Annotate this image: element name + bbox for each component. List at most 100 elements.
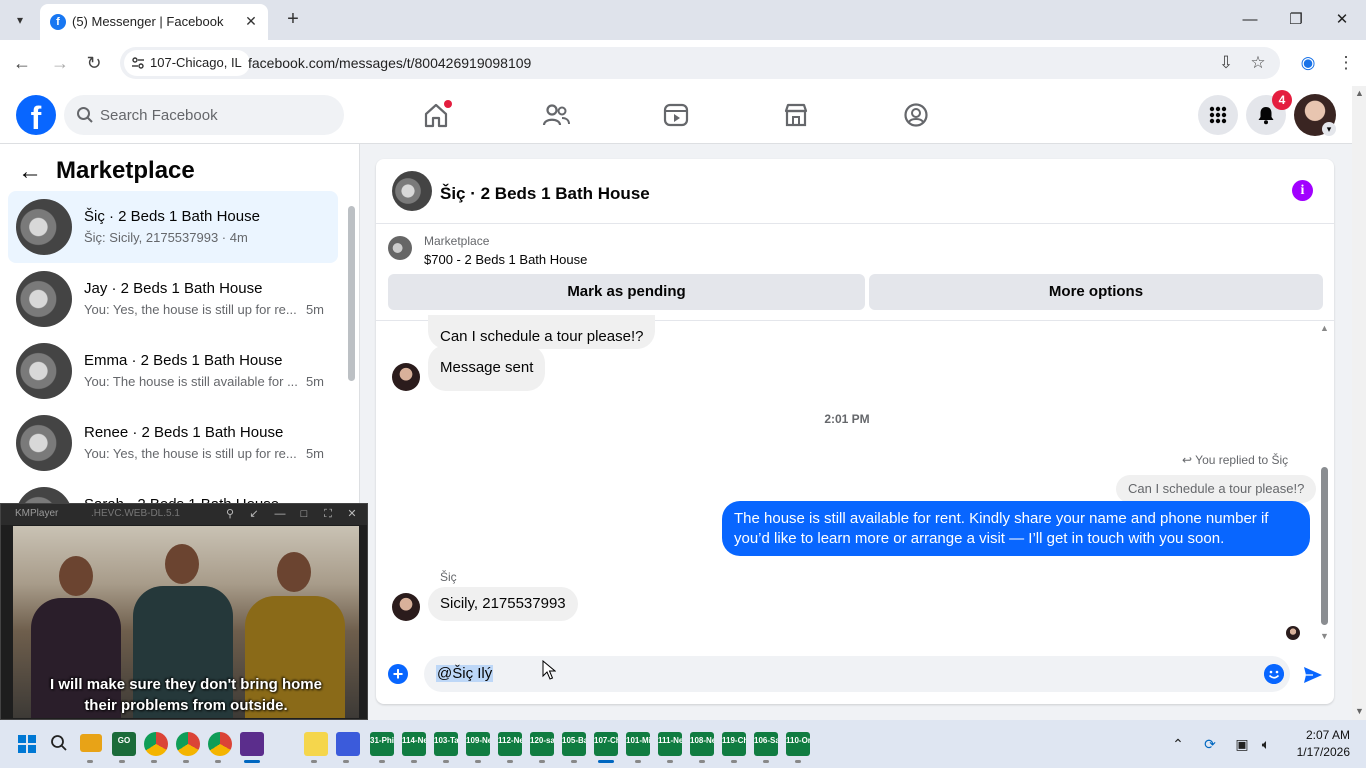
minimize-icon[interactable]: — (1238, 8, 1262, 32)
bookmark-star-icon[interactable]: ☆ (1246, 51, 1270, 75)
kmplayer-window[interactable]: KMPlayer .HEVC.WEB-DL.5.1 ⚲ ↙ — □ ⛶ ✕ I … (0, 503, 368, 720)
more-options-button[interactable]: More options (869, 274, 1323, 310)
running-indicator (731, 760, 737, 763)
spreadsheet-app-icon[interactable]: 108-Ne (690, 732, 714, 756)
conversation-item[interactable]: Emma · 2 Beds 1 Bath House You: The hous… (8, 335, 338, 407)
search-box[interactable] (64, 95, 344, 135)
scroll-up-icon[interactable]: ▲ (1355, 88, 1364, 98)
marketplace-icon[interactable] (781, 100, 811, 130)
kmplayer-titlebar[interactable]: KMPlayer .HEVC.WEB-DL.5.1 ⚲ ↙ — □ ⛶ ✕ (1, 504, 367, 525)
restore-icon[interactable]: ❐ (1284, 8, 1308, 32)
spreadsheet-app-icon[interactable]: 114-Ne (402, 732, 426, 756)
spreadsheet-app-icon[interactable]: 112-Ne (498, 732, 522, 756)
facebook-header: f 4 ▾ (0, 86, 1352, 144)
browser-tab[interactable]: f (5) Messenger | Facebook ✕ (40, 4, 268, 40)
app-icon[interactable]: GO (112, 732, 136, 756)
url-text[interactable]: facebook.com/messages/t/800426919098109 (248, 55, 531, 71)
conversation-item[interactable]: Jay · 2 Beds 1 Bath House You: Yes, the … (8, 263, 338, 335)
grid-icon (1209, 106, 1227, 124)
spreadsheet-app-icon[interactable]: 107-Chi (594, 732, 618, 756)
menu-dots-icon[interactable]: ⋮ (1334, 51, 1358, 75)
spreadsheet-app-label: 109-Ne (466, 736, 490, 745)
chrome-icon[interactable] (144, 732, 168, 756)
sync-icon[interactable]: ⟳ (1200, 734, 1220, 754)
search-icon (77, 107, 93, 123)
chevron-up-icon[interactable]: ⌃ (1168, 734, 1188, 754)
spreadsheet-app-icon[interactable]: 111-Ne (658, 732, 682, 756)
tab-search-icon[interactable]: ▾ (8, 8, 32, 32)
spreadsheet-app-icon[interactable]: 31-Phil (370, 732, 394, 756)
spreadsheet-app-icon[interactable]: 110-Orl (786, 732, 810, 756)
close-icon[interactable]: ✕ (345, 507, 359, 521)
chat-scrollbar-thumb[interactable] (1321, 467, 1328, 625)
message-bubble: Message sent (428, 345, 546, 391)
emoji-icon[interactable] (1264, 664, 1284, 684)
search-icon[interactable] (50, 734, 68, 752)
spreadsheet-app-icon[interactable]: 101-Mil (626, 732, 650, 756)
scroll-down-icon[interactable]: ▼ (1355, 706, 1364, 716)
notepad-icon[interactable] (304, 732, 328, 756)
pin-icon[interactable]: ⚲ (223, 507, 237, 521)
spreadsheet-app-icon[interactable]: 103-Ta (434, 732, 458, 756)
volume-icon[interactable]: 🔈︎ (1256, 734, 1276, 754)
chat-thumbnail[interactable] (392, 171, 432, 211)
chrome-icon[interactable] (176, 732, 200, 756)
file-explorer-icon[interactable] (80, 734, 102, 752)
spreadsheet-app-icon[interactable]: 105-Bal (562, 732, 586, 756)
video-icon[interactable] (661, 100, 691, 130)
search-input[interactable] (100, 95, 330, 135)
site-info-chip[interactable]: 107-Chicago, IL (124, 50, 250, 76)
gaming-icon[interactable] (901, 100, 931, 130)
new-tab-icon[interactable]: + (282, 8, 304, 30)
spreadsheet-app-icon[interactable]: 120-sal (530, 732, 554, 756)
running-indicator (87, 760, 93, 763)
chrome-icon[interactable] (208, 732, 232, 756)
send-icon[interactable] (1302, 664, 1324, 686)
facebook-logo-icon[interactable]: f (16, 95, 56, 135)
app-icon[interactable] (336, 732, 360, 756)
page-scrollbar[interactable]: ▲ ▼ (1352, 86, 1366, 720)
conversation-item[interactable]: Renee · 2 Beds 1 Bath House You: Yes, th… (8, 407, 338, 479)
list-scrollbar-thumb[interactable] (348, 206, 355, 381)
tab-close-icon[interactable]: ✕ (242, 12, 260, 30)
forward-icon[interactable]: → (48, 51, 72, 75)
conversation-item[interactable]: Šiç · 2 Beds 1 Bath House Šiç: Sicily, 2… (8, 191, 338, 263)
scroll-up-icon[interactable]: ▲ (1320, 323, 1329, 333)
back-arrow-icon[interactable]: ← (18, 158, 46, 186)
replied-quote-bubble[interactable]: Can I schedule a tour please!? (1116, 475, 1317, 503)
address-bar[interactable]: 107-Chicago, IL facebook.com/messages/t/… (120, 47, 1280, 79)
install-app-icon[interactable]: ⇩ (1214, 51, 1238, 75)
info-icon[interactable]: i (1292, 180, 1313, 201)
spreadsheet-app-icon[interactable]: 106-Sal (754, 732, 778, 756)
minimize-icon[interactable]: — (273, 507, 287, 521)
video-frame[interactable]: I will make sure they don't bring home t… (13, 526, 359, 718)
scroll-down-icon[interactable]: ▼ (1320, 631, 1329, 641)
close-window-icon[interactable]: ✕ (1330, 8, 1354, 32)
reload-icon[interactable]: ↻ (82, 51, 106, 75)
network-icon[interactable]: ▣ (1232, 734, 1252, 754)
chat-title[interactable]: Šiç · 2 Beds 1 Bath House (440, 184, 650, 204)
clock-date[interactable]: 1/17/2026 (1286, 745, 1350, 759)
kmplayer-icon[interactable] (240, 732, 264, 756)
chevron-down-icon[interactable]: ▾ (1322, 122, 1336, 136)
listing-title[interactable]: $700 - 2 Beds 1 Bath House (424, 252, 587, 267)
friends-icon[interactable] (541, 100, 571, 130)
menu-grid-button[interactable] (1198, 95, 1238, 135)
contact-avatar[interactable] (392, 363, 420, 391)
compact-icon[interactable]: ↙ (247, 507, 261, 521)
back-icon[interactable]: ← (10, 51, 34, 75)
running-indicator (183, 760, 189, 763)
windows-start-icon[interactable] (18, 735, 36, 753)
running-indicator (311, 760, 317, 763)
clock-time[interactable]: 2:07 AM (1296, 728, 1350, 742)
maximize-icon[interactable]: □ (297, 507, 311, 521)
mark-pending-button[interactable]: Mark as pending (388, 274, 865, 310)
profile-icon[interactable]: ◉ (1296, 51, 1320, 75)
spreadsheet-app-icon[interactable]: 109-Ne (466, 732, 490, 756)
contact-avatar[interactable] (392, 593, 420, 621)
fullscreen-icon[interactable]: ⛶ (321, 507, 335, 521)
running-indicator (119, 760, 125, 763)
add-attachment-icon[interactable]: + (388, 664, 408, 684)
message-input-text[interactable]: @Šiç Ilý (436, 665, 494, 682)
spreadsheet-app-icon[interactable]: 119-Ch (722, 732, 746, 756)
